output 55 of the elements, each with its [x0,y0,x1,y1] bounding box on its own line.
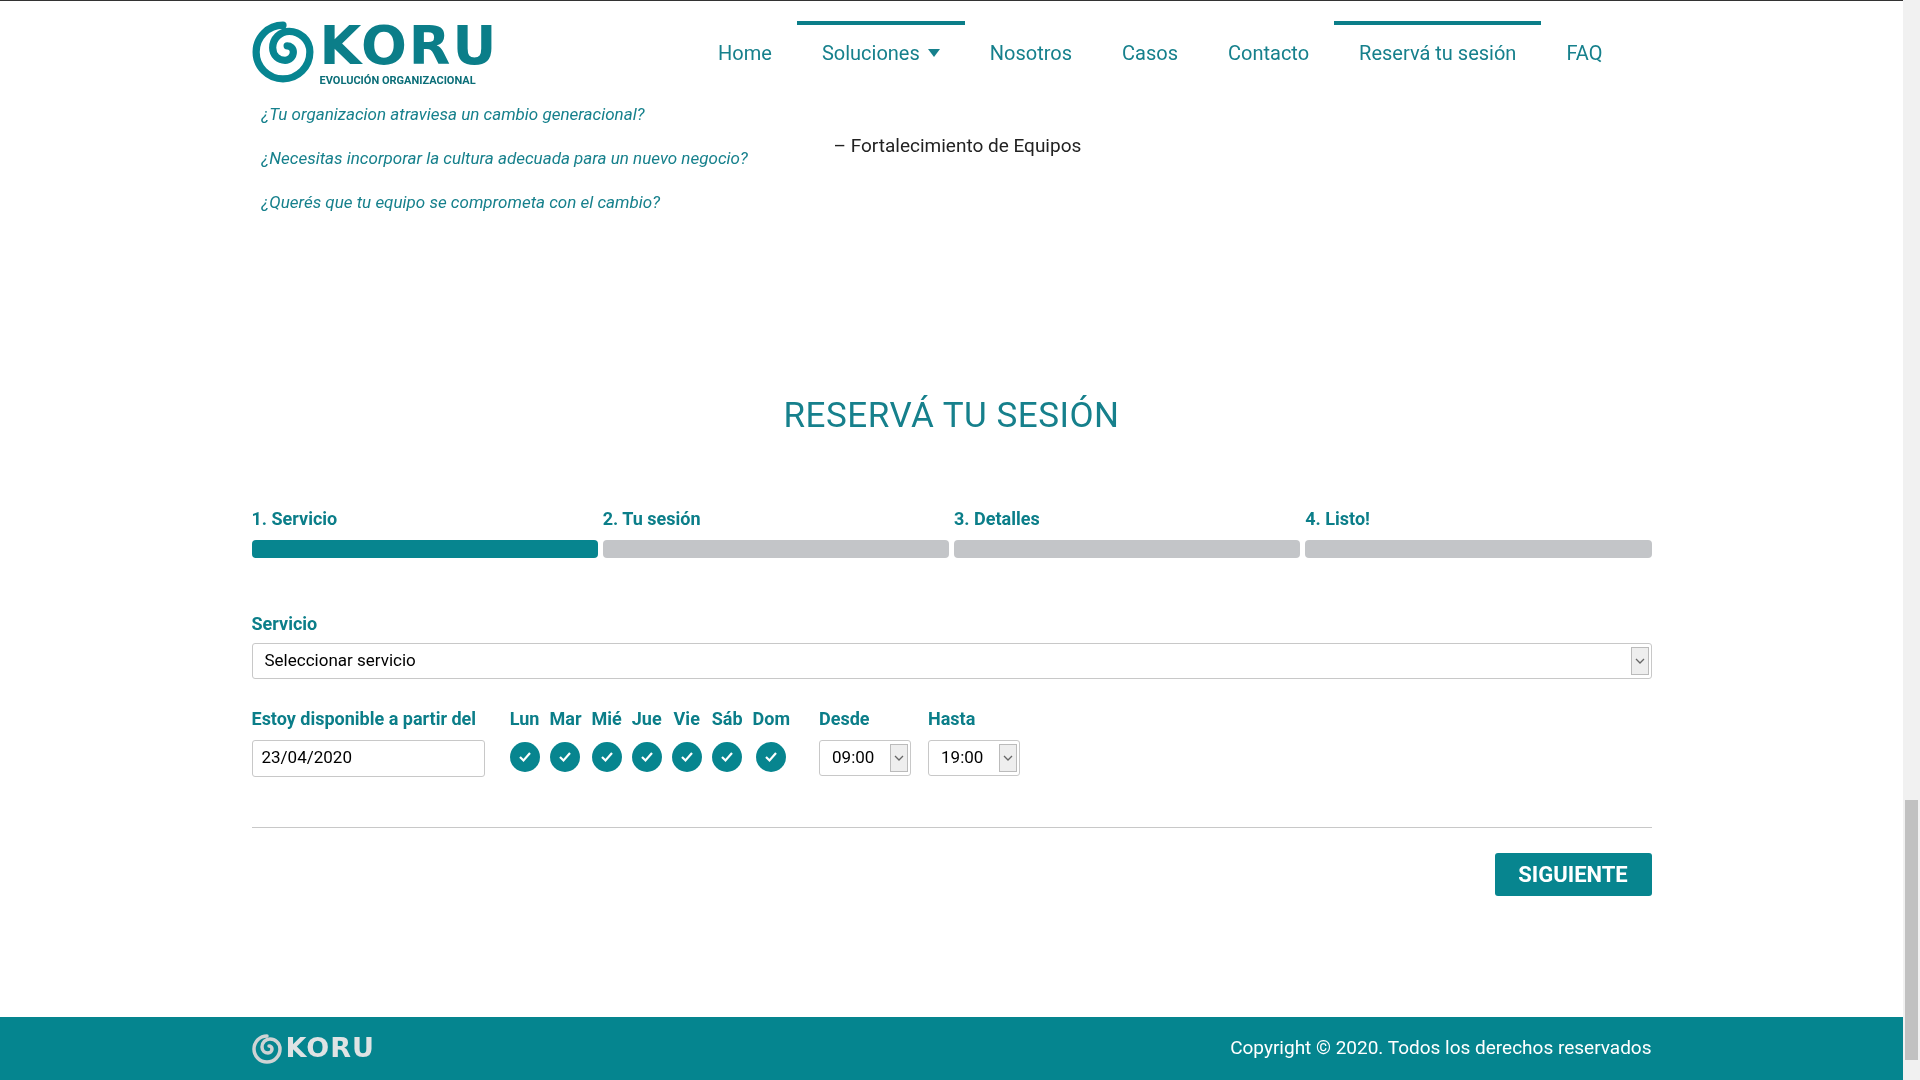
spiral-logo-icon [251,21,314,83]
day-checkbox[interactable] [756,741,787,772]
check-icon [517,750,532,763]
day-checkbox[interactable] [671,741,702,772]
nav-link[interactable]: Soluciones [796,21,965,81]
check-icon [639,750,654,763]
spiral-logo-icon [251,1033,282,1064]
caret-icon [999,743,1018,772]
time-select[interactable]: 19:00 [928,739,1021,776]
step-label: 2. Tu sesión [602,506,702,531]
field-label: Servicio [251,611,319,636]
nav-link[interactable]: FAQ [1541,21,1628,81]
logo[interactable]: KORU EVOLUCIÓN ORGANIZACIONAL [251,18,499,86]
field-label: Desde [819,706,871,731]
next-button[interactable]: SIGUIENTE [1494,852,1652,896]
date-field[interactable]: 23/04/2020 [251,739,485,777]
day-checkbox[interactable] [509,741,540,772]
check-icon [720,750,735,763]
question-link[interactable]: ¿Tu organizacion atraviesa un cambio generacional? [261,102,822,127]
step-label: 4. Listo! [1305,506,1371,531]
day-label: Sáb [711,706,743,731]
field-label: Estoy disponible a partir del [251,706,478,731]
day-label: Mié [591,706,622,731]
scrollbar[interactable] [1903,0,1920,1080]
check-icon [558,750,573,763]
step-label: 1. Servicio [251,506,339,531]
field-label: Hasta [928,706,977,731]
check-icon [679,750,694,763]
question-link[interactable]: ¿Necesitas incorporar la cultura adecuada para un nuevo negocio? [261,146,822,171]
day-checkbox[interactable] [550,741,581,772]
copyright-text: Copyright © 2020. Todos los derechos reservados [1230,1035,1652,1062]
time-select[interactable]: 09:00 [819,739,912,776]
check-icon [764,750,779,763]
day-label: Dom [752,706,791,731]
section-title: RESERVÁ TU SESIÓN [783,394,1120,438]
solution-item: – Fortalecimiento de Equipos [833,133,1082,159]
check-icon [599,750,614,763]
nav-link[interactable]: Reservá tu sesión [1334,21,1542,81]
day-checkbox[interactable] [712,741,743,772]
service-select[interactable]: Seleccionar servicio [251,642,1652,679]
question-link[interactable]: ¿Querés que tu equipo se comprometa con el cambio? [261,190,822,215]
day-checkbox[interactable] [591,741,622,772]
day-label: Vie [673,706,700,731]
nav-link[interactable]: Nosotros [964,21,1098,81]
caret-icon [890,743,909,772]
footer-logo[interactable]: KORU [251,1028,375,1069]
day-label: Lun [509,706,540,731]
nav-link[interactable]: Contacto [1203,21,1335,81]
day-label: Mar [549,706,582,731]
day-checkbox[interactable] [631,741,662,772]
nav-link[interactable]: Home [693,21,797,81]
day-label: Jue [631,706,662,731]
nav-link[interactable]: Casos [1097,21,1203,81]
step-label: 3. Detalles [954,506,1041,531]
caret-icon [1630,646,1649,675]
